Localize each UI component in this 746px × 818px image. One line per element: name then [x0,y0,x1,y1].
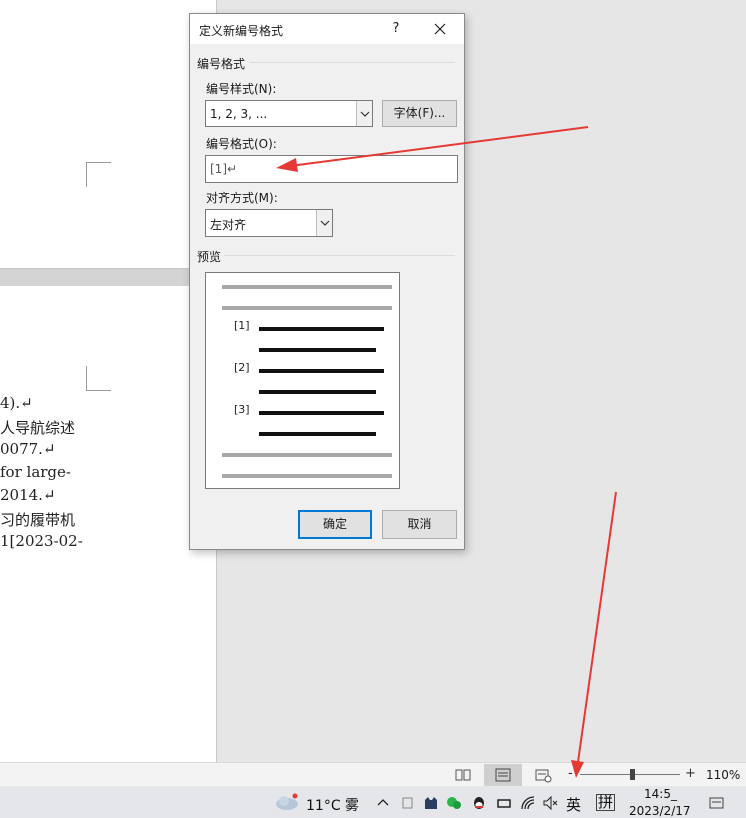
page-gap [0,268,216,287]
preview-gray-line [222,474,392,478]
cancel-button[interactable]: 取消 [382,510,457,539]
notification-icon[interactable] [708,795,724,811]
ok-button[interactable]: 确定 [298,510,372,539]
number-style-select[interactable]: 1, 2, 3, ... [205,100,373,127]
numbering-preview: [1] [2] [3] [205,272,400,489]
define-number-format-dialog: 定义新编号格式 ? 编号格式 编号样式(N): 1, 2, 3, ... 字体(… [189,13,465,550]
preview-gray-line [222,285,392,289]
document-text-line[interactable]: 4).↵ [0,394,216,412]
dialog-title: 定义新编号格式 [199,24,284,38]
number-style-label: 编号样式(N): [206,82,277,96]
page-corner-mark [86,366,111,391]
page-corner-mark [86,162,111,187]
dropdown-arrow[interactable] [316,210,332,236]
document-text-line[interactable]: 0077.↵ [0,440,216,458]
document-text-line[interactable]: 1[2023-02- [0,532,216,550]
web-layout-icon [535,769,552,783]
arrow-to-statusbar [571,491,617,778]
qq-icon[interactable] [471,795,487,811]
clock-time[interactable]: 14:5_ [644,787,677,801]
font-button[interactable]: 字体(F)... [382,100,457,127]
read-mode-button[interactable] [452,767,474,783]
zoom-in-button[interactable]: + [685,766,696,781]
chevron-down-icon [320,220,330,226]
copy-icon[interactable] [400,795,416,811]
number-format-group-label: 编号格式 [197,57,246,71]
document-text-line[interactable]: for large- [0,463,216,481]
wechat-icon[interactable] [446,795,462,811]
preview-text-line [259,432,376,436]
number-format-value: [1]↵ [210,162,238,176]
chevron-down-icon [360,111,370,117]
book-icon [455,769,471,781]
alignment-label: 对齐方式(M): [206,191,278,205]
close-button[interactable] [428,18,452,40]
zoom-out-button[interactable]: - [568,766,573,781]
preview-number: [3] [234,403,250,416]
document-page-top[interactable] [0,0,216,268]
print-layout-button[interactable] [484,764,522,786]
group-divider [224,255,455,256]
preview-number: [1] [234,319,250,332]
dialog-titlebar[interactable]: 定义新编号格式 ? [190,14,464,44]
app-cat-icon[interactable] [423,795,439,811]
group-divider [250,62,455,63]
preview-text-line [259,327,384,331]
number-style-value: 1, 2, 3, ... [210,107,268,121]
preview-label: 预览 [197,250,222,264]
alignment-value: 左对齐 [210,218,247,232]
zoom-slider-thumb[interactable] [630,769,635,780]
dropdown-arrow[interactable] [356,101,372,126]
close-icon [434,23,446,35]
device-icon[interactable] [496,795,512,811]
document-text-line[interactable]: 习的履带机 [0,509,216,530]
preview-gray-line [222,306,392,310]
number-format-input[interactable]: [1]↵ [205,155,458,183]
preview-text-line [259,390,376,394]
ime-language-indicator[interactable]: 英 [566,794,581,815]
chevron-up-icon [377,799,389,806]
document-text-line[interactable]: 2014.↵ [0,486,216,504]
weather-text[interactable]: 11°C 雾 [306,795,359,815]
wifi-icon[interactable] [520,795,536,811]
alignment-select[interactable]: 左对齐 [205,209,333,237]
document-text-line[interactable]: 人导航综述 [0,417,216,438]
show-hidden-icons-button[interactable] [376,796,390,808]
web-layout-button[interactable] [532,767,554,783]
preview-text-line [259,369,384,373]
preview-gray-line [222,453,392,457]
taskbar: 11°C 雾 英 拼 14:5_ 2023/2/17 [0,786,746,818]
number-format-label: 编号格式(O): [206,137,277,151]
weather-widget[interactable] [274,792,300,812]
volume-muted-icon[interactable] [542,795,558,811]
ime-mode-indicator[interactable]: 拼 [596,794,616,811]
preview-number: [2] [234,361,250,374]
help-button[interactable]: ? [386,18,406,40]
zoom-level[interactable]: 110% [706,768,740,782]
cloud-icon [276,793,298,810]
clock-date[interactable]: 2023/2/17 [629,804,691,818]
preview-text-line [259,411,384,415]
preview-text-line [259,348,376,352]
page-layout-icon [495,768,511,782]
status-bar: - + 110% [0,762,746,786]
